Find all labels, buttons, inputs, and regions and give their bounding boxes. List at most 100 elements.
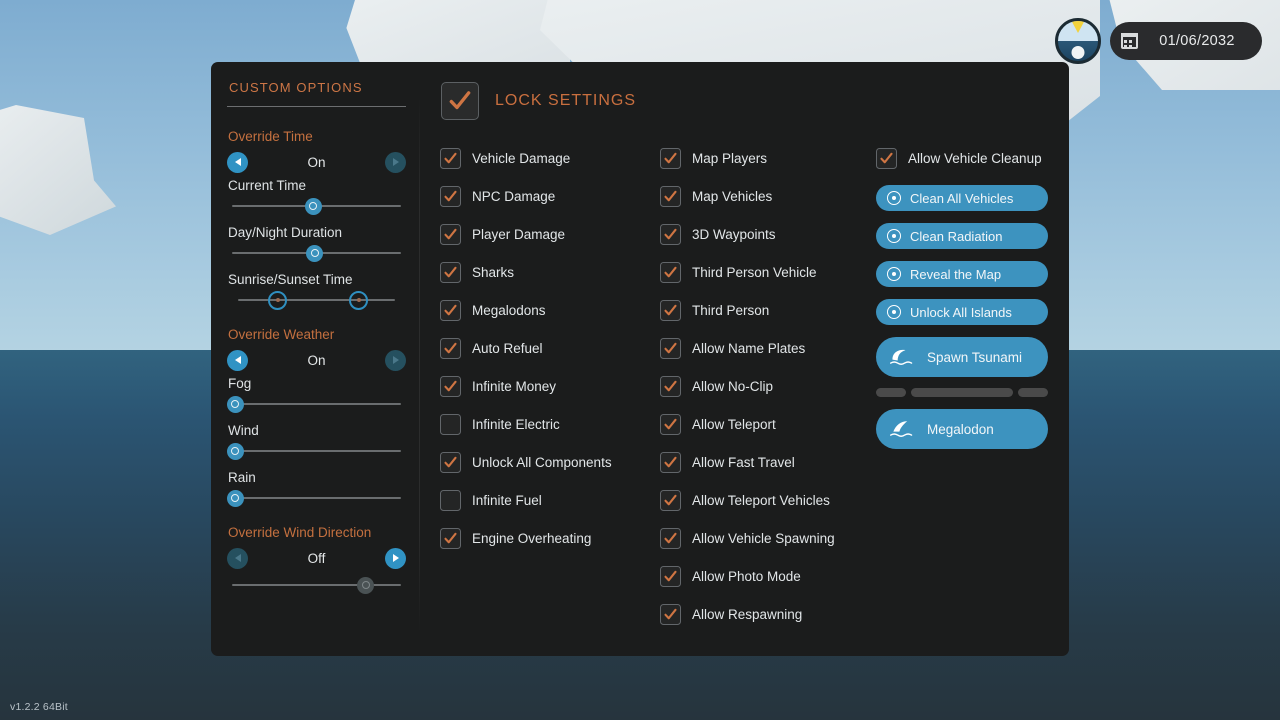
checkbox-box[interactable] [440,528,461,549]
checkbox-box[interactable] [660,414,681,435]
checkbox-box[interactable] [660,490,681,511]
slider[interactable] [232,195,401,217]
checkbox-icon [663,227,678,242]
checkbox-row[interactable]: 3D Waypoints [660,215,876,253]
action-button[interactable]: Unlock All Islands [876,299,1048,325]
checkbox-box[interactable] [876,148,897,169]
checkbox-row[interactable]: Allow Vehicle Cleanup [876,139,1056,177]
segment-bar[interactable] [876,388,1048,397]
checkbox-row[interactable]: Allow Vehicle Spawning [660,519,876,557]
checkbox-row[interactable]: Allow Teleport Vehicles [660,481,876,519]
lock-settings-checkbox[interactable] [441,82,479,120]
stepper-right-arrow-icon[interactable] [385,152,406,173]
stepper: Off [227,545,406,571]
slider-handle-high[interactable] [349,291,368,310]
checkbox-box[interactable] [660,452,681,473]
slider-handle[interactable] [227,396,244,413]
checkbox-box[interactable] [660,338,681,359]
checkbox-box[interactable] [440,300,461,321]
group-title: Override Weather [228,327,406,342]
spawn-tsunami-button[interactable]: Spawn Tsunami [876,337,1048,377]
sidebar-group: Override WeatherOnFogWindRain [227,327,406,509]
date-display: 01/06/2032 [1110,22,1262,60]
checkbox-row[interactable]: Allow Photo Mode [660,557,876,595]
checkbox-icon [443,531,458,546]
checkbox-row[interactable]: Allow Name Plates [660,329,876,367]
checkbox-row[interactable]: Infinite Electric [440,405,660,443]
action-button-label: Clean All Vehicles [910,191,1013,206]
slider-handle[interactable] [227,490,244,507]
checkbox-row[interactable]: Auto Refuel [440,329,660,367]
checkbox-row[interactable]: Megalodons [440,291,660,329]
checkbox-box[interactable] [440,490,461,511]
checkbox-row[interactable]: Vehicle Damage [440,139,660,177]
checkbox-box[interactable] [660,186,681,207]
stepper-left-arrow-icon[interactable] [227,152,248,173]
checkbox-box[interactable] [660,566,681,587]
checkbox-row[interactable]: Map Vehicles [660,177,876,215]
sidebar: CUSTOM OPTIONS Override TimeOnCurrent Ti… [211,62,420,656]
checkbox-label: Infinite Fuel [472,493,542,508]
segment[interactable] [911,388,1013,397]
slider-handle[interactable] [227,443,244,460]
checkbox-box[interactable] [660,262,681,283]
checkbox-box[interactable] [440,148,461,169]
checkbox-icon [663,569,678,584]
checkbox-box[interactable] [660,376,681,397]
checkbox-box[interactable] [440,452,461,473]
checkbox-box[interactable] [440,186,461,207]
segment[interactable] [876,388,906,397]
checkbox-label: Megalodons [472,303,546,318]
checkbox-row[interactable]: Allow Respawning [660,595,876,633]
checkbox-icon [443,379,458,394]
slider-handle-low[interactable] [268,291,287,310]
slider[interactable] [232,242,401,264]
checkbox-box[interactable] [660,300,681,321]
checkbox-box[interactable] [660,224,681,245]
action-button[interactable]: Clean Radiation [876,223,1048,249]
checkbox-row[interactable]: Infinite Fuel [440,481,660,519]
action-button[interactable]: Reveal the Map [876,261,1048,287]
slider-handle[interactable] [306,245,323,262]
checkbox-row[interactable]: Infinite Money [440,367,660,405]
checkbox-row[interactable]: Player Damage [440,215,660,253]
action-button[interactable]: Clean All Vehicles [876,185,1048,211]
checkbox-box[interactable] [440,262,461,283]
checkbox-row[interactable]: Allow No-Clip [660,367,876,405]
checkbox-box[interactable] [440,414,461,435]
stepper-right-arrow-icon[interactable] [385,548,406,569]
megalodon-button[interactable]: Megalodon [876,409,1048,449]
stepper-right-arrow-icon[interactable] [385,350,406,371]
action-button-label: Clean Radiation [910,229,1003,244]
checkbox-row[interactable]: Third Person Vehicle [660,253,876,291]
checkbox-row[interactable]: Map Players [660,139,876,177]
slider-handle[interactable] [305,198,322,215]
slider[interactable] [232,393,401,415]
checkbox-row[interactable]: Allow Fast Travel [660,443,876,481]
checkbox-box[interactable] [660,528,681,549]
range-slider[interactable] [232,289,401,311]
checkbox-row[interactable]: Unlock All Components [440,443,660,481]
lock-settings-row[interactable]: LOCK SETTINGS [441,82,1056,120]
checkbox-row[interactable]: Third Person [660,291,876,329]
stepper-left-arrow-icon[interactable] [227,350,248,371]
checkbox-box[interactable] [440,338,461,359]
checkbox-box[interactable] [440,376,461,397]
checkbox-box[interactable] [660,148,681,169]
slider-track [232,497,401,499]
checkbox-row[interactable]: Sharks [440,253,660,291]
checkbox-row[interactable]: Allow Teleport [660,405,876,443]
slider[interactable] [232,440,401,462]
checkbox-box[interactable] [440,224,461,245]
segment[interactable] [1018,388,1048,397]
stepper-left-arrow-icon[interactable] [227,548,248,569]
checkbox-label: Player Damage [472,227,565,242]
slider-handle[interactable] [357,577,374,594]
checkbox-row[interactable]: Engine Overheating [440,519,660,557]
slider[interactable] [232,487,401,509]
checkbox-icon [443,151,458,166]
checkbox-row[interactable]: NPC Damage [440,177,660,215]
action-button-label: Unlock All Islands [910,305,1012,320]
slider[interactable] [232,574,401,596]
checkbox-box[interactable] [660,604,681,625]
